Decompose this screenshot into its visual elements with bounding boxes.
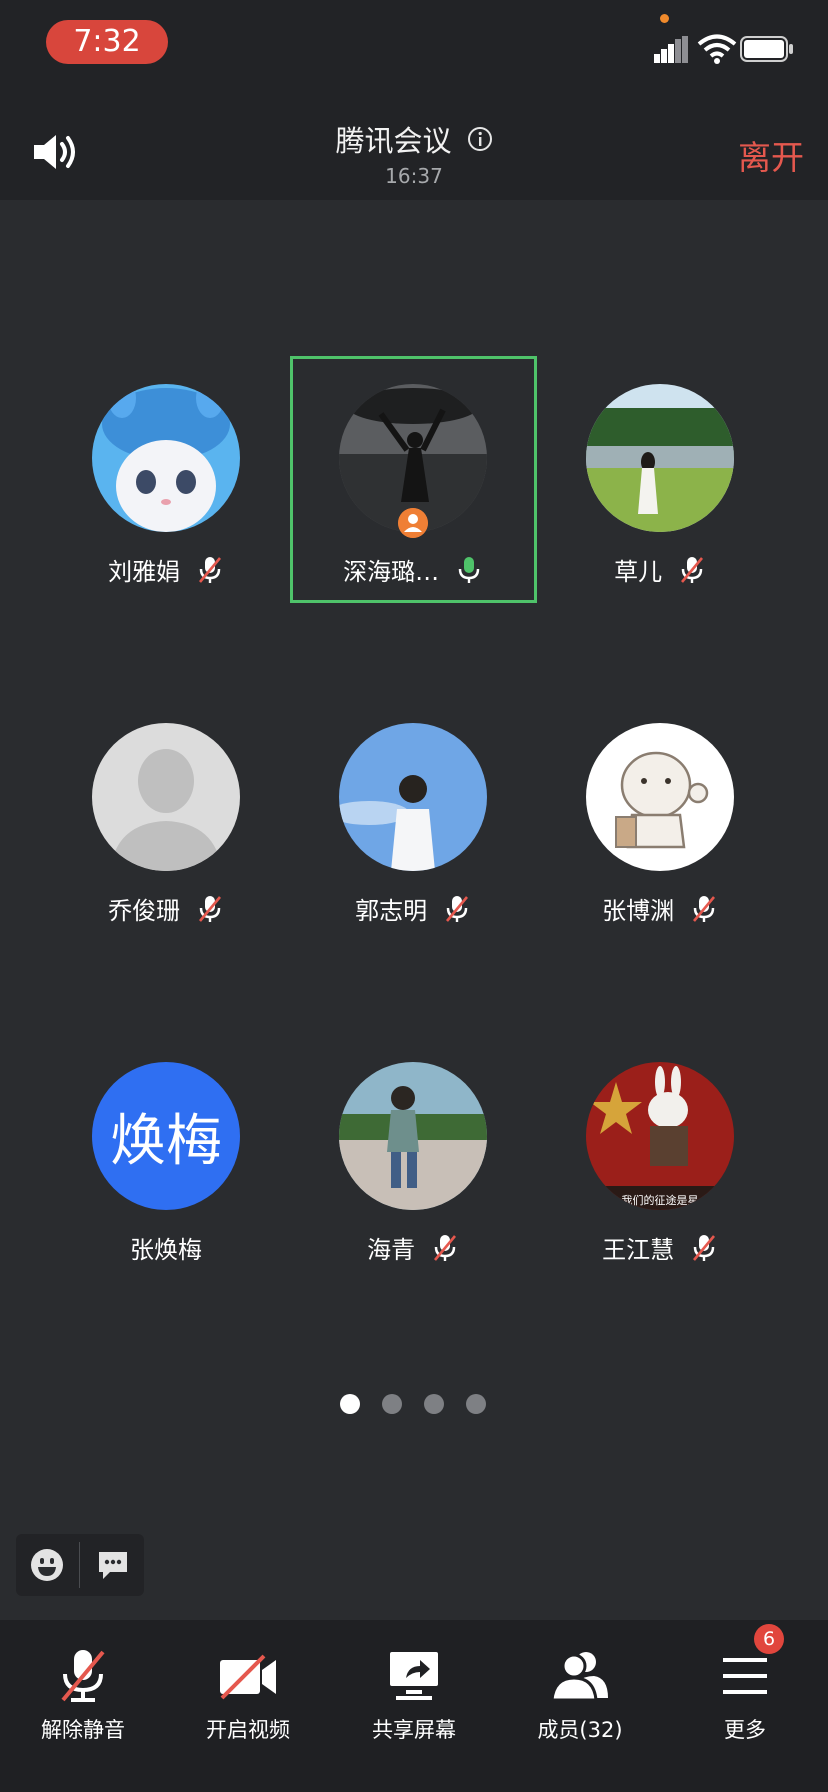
- reaction-chat-panel: [16, 1534, 144, 1596]
- start-video-button[interactable]: 开启视频: [173, 1638, 323, 1748]
- participant-tile[interactable]: 张博渊: [540, 699, 780, 925]
- share-screen-button[interactable]: 共享屏幕: [339, 1638, 489, 1748]
- bottom-toolbar: 解除静音 开启视频 共享屏幕 成员(32) 更多: [0, 1620, 828, 1792]
- avatar: [92, 384, 240, 532]
- menu-icon: [723, 1658, 767, 1694]
- mic-muted-icon: [198, 556, 221, 583]
- default-avatar: [92, 723, 240, 871]
- participant-name-row: 海青: [293, 1230, 533, 1265]
- participant-name-row: 王江慧: [540, 1230, 780, 1265]
- avatar-initials: 焕梅: [110, 1108, 222, 1174]
- participant-tile[interactable]: 刘雅娟: [46, 360, 286, 586]
- avatar: [339, 723, 487, 871]
- chat-icon[interactable]: [96, 1548, 130, 1582]
- avatar: 我们的征途是星: [586, 1062, 734, 1210]
- participant-tile[interactable]: 郭志明: [293, 699, 533, 925]
- participant-tile[interactable]: 深海璐…: [293, 360, 533, 586]
- meeting-screen: 7:32 腾讯会议 16:37 离开 刘雅娟 深海璐… 草儿 乔俊珊 郭志明 张…: [0, 0, 828, 1792]
- mic-muted-icon: [61, 1650, 105, 1702]
- video-off-icon: [220, 1654, 276, 1700]
- share-screen-icon: [390, 1652, 438, 1700]
- mic-muted-icon: [692, 1234, 715, 1261]
- leave-button[interactable]: 离开: [738, 131, 804, 179]
- participant-name-row: 深海璐…: [293, 552, 533, 587]
- members-button[interactable]: 成员(32): [505, 1638, 655, 1748]
- page-indicator-dot[interactable]: [340, 1394, 360, 1414]
- participant-tile[interactable]: 海青: [293, 1038, 533, 1264]
- status-time: 7:32: [46, 20, 168, 64]
- info-icon[interactable]: [467, 126, 493, 152]
- participant-tile[interactable]: 草儿: [540, 360, 780, 586]
- mic-muted-icon: [445, 895, 468, 922]
- participant-name: 郭志明: [355, 897, 428, 925]
- unmute-label: 解除静音: [41, 1718, 125, 1742]
- cellular-signal-icon: [654, 36, 688, 63]
- avatar-caption: 我们的征途是星: [622, 1193, 699, 1207]
- top-bar: 7:32 腾讯会议 16:37 离开: [0, 0, 828, 200]
- notification-badge: 6: [754, 1624, 784, 1654]
- host-badge-icon: [398, 508, 428, 538]
- avatar: [586, 384, 734, 532]
- meeting-title: 腾讯会议: [335, 124, 452, 158]
- page-indicator-dot[interactable]: [424, 1394, 444, 1414]
- members-label: 成员(32): [537, 1718, 623, 1742]
- participant-name-row: 郭志明: [293, 891, 533, 926]
- battery-icon: [740, 36, 793, 62]
- unmute-button[interactable]: 解除静音: [8, 1638, 158, 1748]
- participant-name-row: 张博渊: [540, 891, 780, 926]
- meeting-clock: 16:37: [385, 164, 443, 188]
- participant-name: 深海璐…: [343, 558, 440, 586]
- participant-name: 刘雅娟: [108, 558, 181, 586]
- more-label: 更多: [724, 1718, 766, 1742]
- participant-tile[interactable]: 我们的征途是星 王江慧: [540, 1038, 780, 1264]
- participant-tile[interactable]: 焕梅 张焕梅: [46, 1038, 286, 1264]
- divider: [79, 1542, 80, 1588]
- participant-name: 乔俊珊: [108, 897, 181, 925]
- mic-speaking-icon: [458, 556, 480, 583]
- participant-name-row: 乔俊珊: [46, 891, 286, 926]
- participant-name: 海青: [367, 1236, 416, 1264]
- start-video-label: 开启视频: [206, 1718, 290, 1742]
- avatar: [586, 723, 734, 871]
- mic-muted-icon: [692, 895, 715, 922]
- page-indicator-dot[interactable]: [382, 1394, 402, 1414]
- participant-name: 张焕梅: [130, 1236, 202, 1264]
- more-button[interactable]: 更多: [670, 1638, 820, 1748]
- meeting-title-row[interactable]: 腾讯会议: [0, 118, 828, 160]
- mic-muted-icon: [433, 1234, 456, 1261]
- participant-name-row: 刘雅娟: [46, 552, 286, 587]
- mic-muted-icon: [198, 895, 221, 922]
- emoji-icon[interactable]: [30, 1548, 64, 1582]
- participant-name: 草儿: [614, 558, 663, 586]
- wifi-icon: [697, 34, 737, 64]
- participant-name: 张博渊: [602, 897, 675, 925]
- members-icon: [550, 1652, 608, 1702]
- avatar: [339, 1062, 487, 1210]
- participant-name: 王江慧: [602, 1236, 675, 1264]
- participant-tile[interactable]: 乔俊珊: [46, 699, 286, 925]
- mic-muted-icon: [680, 556, 703, 583]
- page-indicator-dot[interactable]: [466, 1394, 486, 1414]
- text-avatar: 焕梅: [92, 1062, 240, 1210]
- share-screen-label: 共享屏幕: [372, 1718, 456, 1742]
- participant-name-row: 草儿: [540, 552, 780, 587]
- privacy-indicator-dot: [660, 14, 669, 23]
- participant-name-row: 张焕梅: [46, 1230, 286, 1265]
